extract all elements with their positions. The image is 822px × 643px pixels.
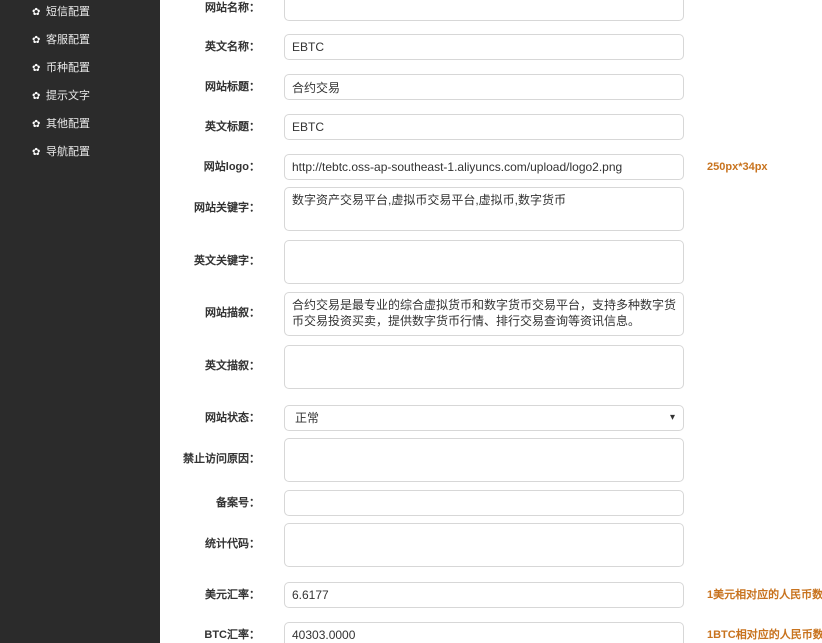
sidebar-item-label: 客服配置 bbox=[46, 34, 90, 46]
sidebar-item-tips[interactable]: ✿ 提示文字 bbox=[32, 88, 90, 104]
site-logo-label: 网站logo： bbox=[203, 161, 260, 173]
sidebar-item-label: 其他配置 bbox=[46, 118, 90, 130]
gear-icon: ✿ bbox=[32, 35, 41, 46]
usd-rate-input[interactable] bbox=[284, 582, 684, 608]
btc-rate-hint: 1BTC相对应的人民币数量 bbox=[707, 629, 822, 641]
config-form: 网站名称： 英文名称： 网站标题： 英文标题： 网站logo： 250px*34… bbox=[160, 0, 822, 643]
icp-label: 备案号： bbox=[216, 497, 260, 509]
en-keywords-textarea[interactable] bbox=[284, 240, 684, 284]
site-title-input[interactable] bbox=[284, 74, 684, 100]
icp-input[interactable] bbox=[284, 490, 684, 516]
usd-rate-hint: 1美元相对应的人民币数量 bbox=[707, 589, 822, 601]
stats-code-textarea[interactable] bbox=[284, 523, 684, 567]
en-keywords-label: 英文关键字： bbox=[194, 255, 260, 267]
site-status-value: 正常 bbox=[295, 411, 320, 425]
site-desc-label: 网站描叙： bbox=[205, 307, 260, 319]
stats-code-label: 统计代码： bbox=[205, 538, 260, 550]
site-name-label: 网站名称： bbox=[205, 2, 260, 14]
en-name-label: 英文名称： bbox=[205, 41, 260, 53]
logo-size-hint: 250px*34px bbox=[707, 161, 768, 173]
sidebar-item-service[interactable]: ✿ 客服配置 bbox=[32, 32, 90, 48]
sidebar: ✿ 短信配置 ✿ 客服配置 ✿ 币种配置 ✿ 提示文字 ✿ 其他配置 ✿ 导航配置 bbox=[0, 0, 160, 643]
site-desc-textarea[interactable]: 合约交易是最专业的综合虚拟货币和数字货币交易平台，支持多种数字货币交易投资买卖，… bbox=[284, 292, 684, 336]
sidebar-item-coins[interactable]: ✿ 币种配置 bbox=[32, 60, 90, 76]
en-title-input[interactable] bbox=[284, 114, 684, 140]
gear-icon: ✿ bbox=[32, 119, 41, 130]
btc-rate-label: BTC汇率： bbox=[204, 629, 260, 641]
chevron-down-icon: ▾ bbox=[669, 412, 675, 423]
en-title-label: 英文标题： bbox=[205, 121, 260, 133]
gear-icon: ✿ bbox=[32, 7, 41, 18]
sidebar-item-sms[interactable]: ✿ 短信配置 bbox=[32, 4, 90, 20]
site-title-label: 网站标题： bbox=[205, 81, 260, 93]
sidebar-item-label: 短信配置 bbox=[46, 6, 90, 18]
en-name-input[interactable] bbox=[284, 34, 684, 60]
en-desc-textarea[interactable] bbox=[284, 345, 684, 389]
gear-icon: ✿ bbox=[32, 147, 41, 158]
deny-reason-label: 禁止访问原因： bbox=[183, 453, 260, 465]
gear-icon: ✿ bbox=[32, 63, 41, 74]
site-keywords-label: 网站关键字： bbox=[194, 202, 260, 214]
gear-icon: ✿ bbox=[32, 91, 41, 102]
sidebar-item-label: 币种配置 bbox=[46, 62, 90, 74]
site-keywords-textarea[interactable]: 数字资产交易平台,虚拟币交易平台,虚拟币,数字货币 bbox=[284, 187, 684, 231]
btc-rate-input[interactable] bbox=[284, 622, 684, 643]
deny-reason-textarea[interactable] bbox=[284, 438, 684, 482]
usd-rate-label: 美元汇率： bbox=[205, 589, 260, 601]
site-status-label: 网站状态： bbox=[205, 412, 260, 424]
site-status-select[interactable]: 正常 ▾ bbox=[284, 405, 684, 431]
sidebar-item-other[interactable]: ✿ 其他配置 bbox=[32, 116, 90, 132]
site-name-input[interactable] bbox=[284, 0, 684, 21]
sidebar-item-label: 导航配置 bbox=[46, 146, 90, 158]
sidebar-item-label: 提示文字 bbox=[46, 90, 90, 102]
site-logo-input[interactable] bbox=[284, 154, 684, 180]
sidebar-item-nav[interactable]: ✿ 导航配置 bbox=[32, 144, 90, 160]
en-desc-label: 英文描叙： bbox=[205, 360, 260, 372]
